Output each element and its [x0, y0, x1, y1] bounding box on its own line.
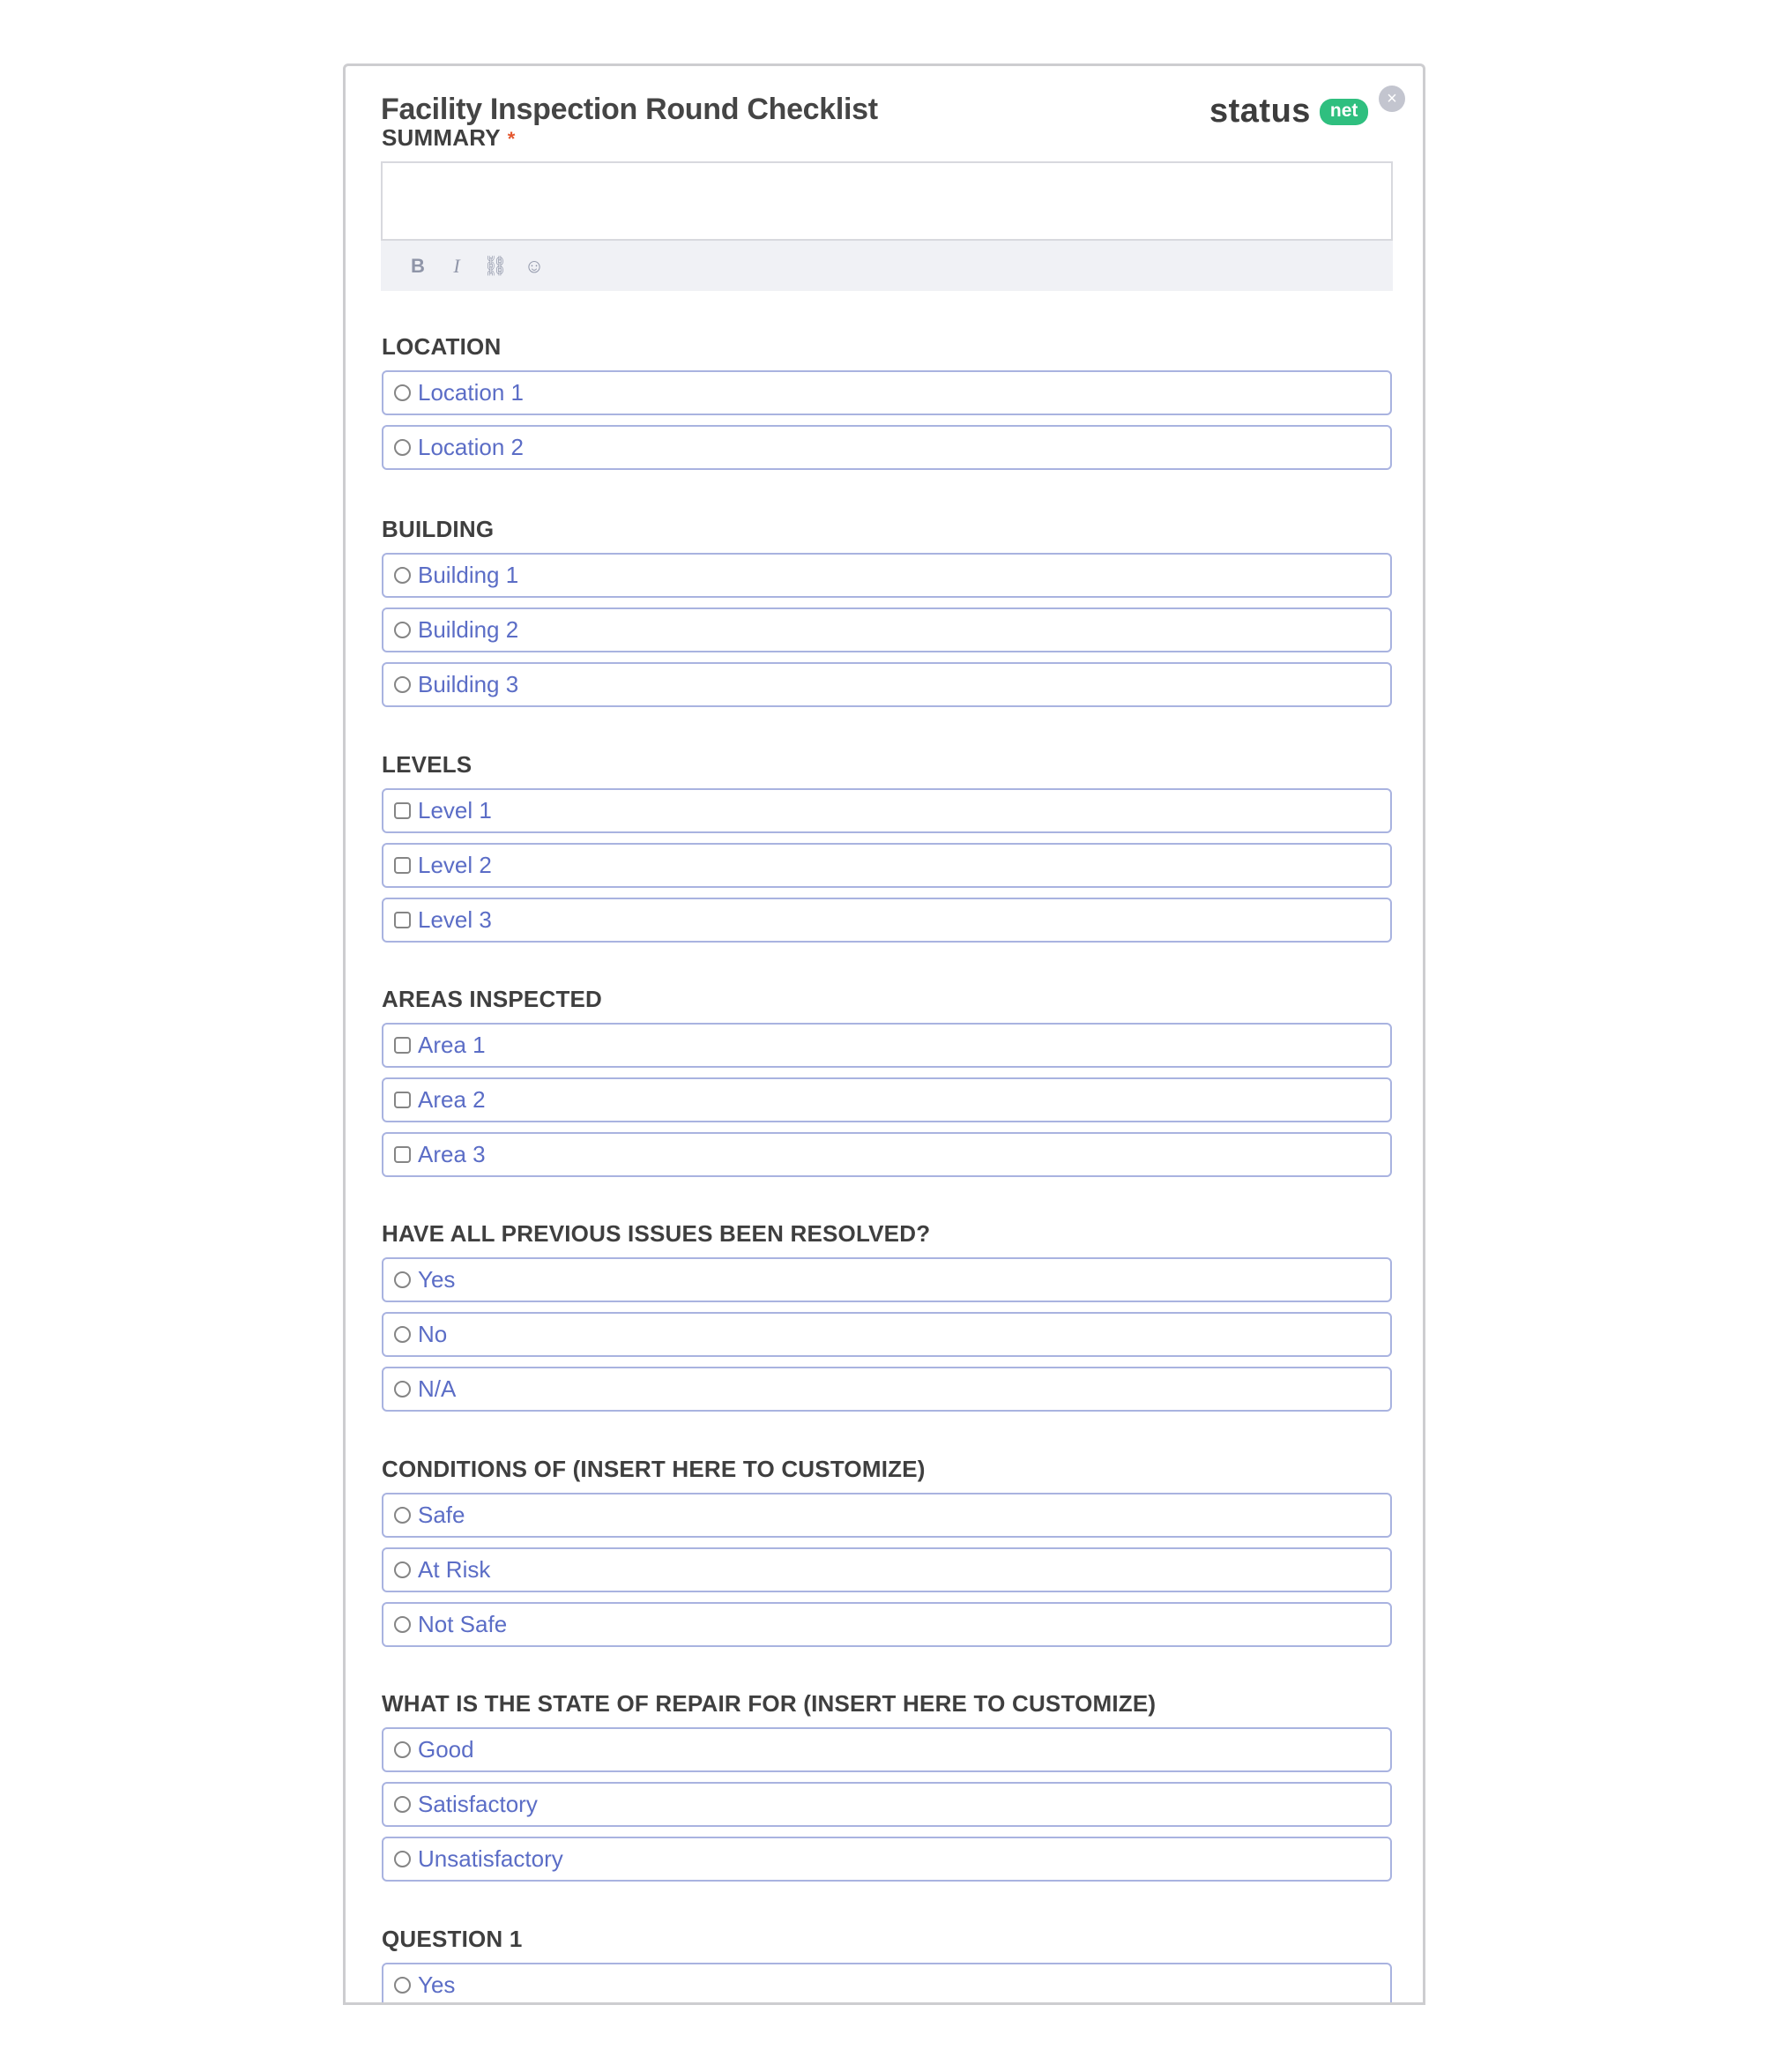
radio-option[interactable]: No	[382, 1312, 1392, 1357]
section-label: AREAS INSPECTED	[382, 986, 603, 1012]
radio-option[interactable]: N/A	[382, 1367, 1392, 1412]
radio-option[interactable]: Yes	[382, 1257, 1392, 1302]
checkbox-option[interactable]: Level 2	[382, 843, 1392, 888]
radio-icon[interactable]	[394, 1561, 411, 1578]
option-label: Building 2	[418, 616, 519, 643]
radio-icon[interactable]	[394, 1977, 411, 1994]
checkbox-icon[interactable]	[394, 912, 411, 928]
option-label: Satisfactory	[418, 1791, 538, 1817]
option-label: No	[418, 1321, 448, 1347]
radio-icon[interactable]	[394, 1741, 411, 1758]
radio-icon[interactable]	[394, 1616, 411, 1633]
radio-icon[interactable]	[394, 1271, 411, 1288]
section-label: QUESTION 1	[382, 1926, 523, 1952]
radio-option[interactable]: Building 3	[382, 662, 1392, 707]
radio-option[interactable]: Location 2	[382, 425, 1392, 470]
option-label: Level 1	[418, 797, 492, 824]
radio-option[interactable]: Building 1	[382, 553, 1392, 598]
form-title: Facility Inspection Round Checklist	[381, 93, 878, 126]
radio-icon[interactable]	[394, 439, 411, 456]
option-label: Not Safe	[418, 1611, 508, 1637]
option-label: Unsatisfactory	[418, 1845, 563, 1872]
option-label: Area 2	[418, 1086, 486, 1113]
checkbox-option[interactable]: Area 1	[382, 1023, 1392, 1068]
option-label: N/A	[418, 1375, 457, 1402]
radio-icon[interactable]	[394, 1851, 411, 1867]
option-label: Building 1	[418, 562, 519, 588]
radio-option[interactable]: Building 2	[382, 607, 1392, 652]
option-label: Good	[418, 1736, 474, 1763]
option-label: Yes	[418, 1266, 456, 1293]
summary-label: SUMMARY *	[382, 124, 516, 152]
checkbox-option[interactable]: Level 1	[382, 788, 1392, 833]
italic-icon[interactable]: I	[444, 255, 469, 278]
bold-icon[interactable]: B	[406, 255, 430, 278]
radio-icon[interactable]	[394, 1507, 411, 1524]
section-label: HAVE ALL PREVIOUS ISSUES BEEN RESOLVED?	[382, 1220, 931, 1247]
section-label: LOCATION	[382, 333, 502, 360]
option-label: Safe	[418, 1502, 465, 1528]
radio-icon[interactable]	[394, 1381, 411, 1397]
required-marker: *	[507, 128, 516, 150]
option-label: Location 2	[418, 434, 524, 460]
checkbox-icon[interactable]	[394, 802, 411, 819]
option-label: Building 3	[418, 671, 519, 697]
option-label: Level 3	[418, 906, 492, 933]
checkbox-option[interactable]: Level 3	[382, 898, 1392, 943]
option-label: Level 2	[418, 852, 492, 878]
summary-toolbar: B I ⛓ ☺	[381, 241, 1393, 291]
checkbox-icon[interactable]	[394, 1037, 411, 1054]
radio-option[interactable]: Safe	[382, 1493, 1392, 1538]
section-label: LEVELS	[382, 751, 473, 778]
radio-option[interactable]: Not Safe	[382, 1602, 1392, 1647]
radio-icon[interactable]	[394, 622, 411, 638]
radio-option[interactable]: Satisfactory	[382, 1782, 1392, 1827]
radio-icon[interactable]	[394, 1796, 411, 1813]
option-label: At Risk	[418, 1556, 491, 1583]
checkbox-option[interactable]: Area 2	[382, 1077, 1392, 1122]
radio-option[interactable]: Unsatisfactory	[382, 1837, 1392, 1882]
checkbox-icon[interactable]	[394, 857, 411, 874]
option-label: Area 1	[418, 1032, 486, 1058]
summary-input[interactable]	[381, 161, 1393, 241]
radio-icon[interactable]	[394, 676, 411, 693]
section-label: WHAT IS THE STATE OF REPAIR FOR (INSERT …	[382, 1690, 1157, 1717]
radio-icon[interactable]	[394, 384, 411, 401]
radio-option[interactable]: Good	[382, 1727, 1392, 1772]
radio-option[interactable]: At Risk	[382, 1547, 1392, 1592]
checkbox-icon[interactable]	[394, 1092, 411, 1108]
option-label: Yes	[418, 1971, 456, 1998]
option-label: Location 1	[418, 379, 524, 406]
section-label: CONDITIONS OF (INSERT HERE TO CUSTOMIZE)	[382, 1456, 926, 1482]
emoji-icon[interactable]: ☺	[522, 255, 547, 278]
option-label: Area 3	[418, 1141, 486, 1167]
link-icon[interactable]: ⛓	[483, 255, 508, 278]
radio-icon[interactable]	[394, 1326, 411, 1343]
checkbox-icon[interactable]	[394, 1146, 411, 1163]
logo-word: status	[1209, 93, 1311, 130]
radio-icon[interactable]	[394, 567, 411, 584]
section-label: BUILDING	[382, 516, 495, 542]
radio-option[interactable]: Location 1	[382, 370, 1392, 415]
summary-label-text: SUMMARY	[382, 124, 501, 151]
logo-pill: net	[1319, 98, 1369, 125]
form-panel: Facility Inspection Round Checklist stat…	[343, 63, 1425, 2005]
status-net-logo: status net	[1209, 93, 1369, 130]
checkbox-option[interactable]: Area 3	[382, 1132, 1392, 1177]
close-icon[interactable]: ×	[1379, 86, 1405, 112]
radio-option[interactable]: Yes	[382, 1963, 1392, 2002]
